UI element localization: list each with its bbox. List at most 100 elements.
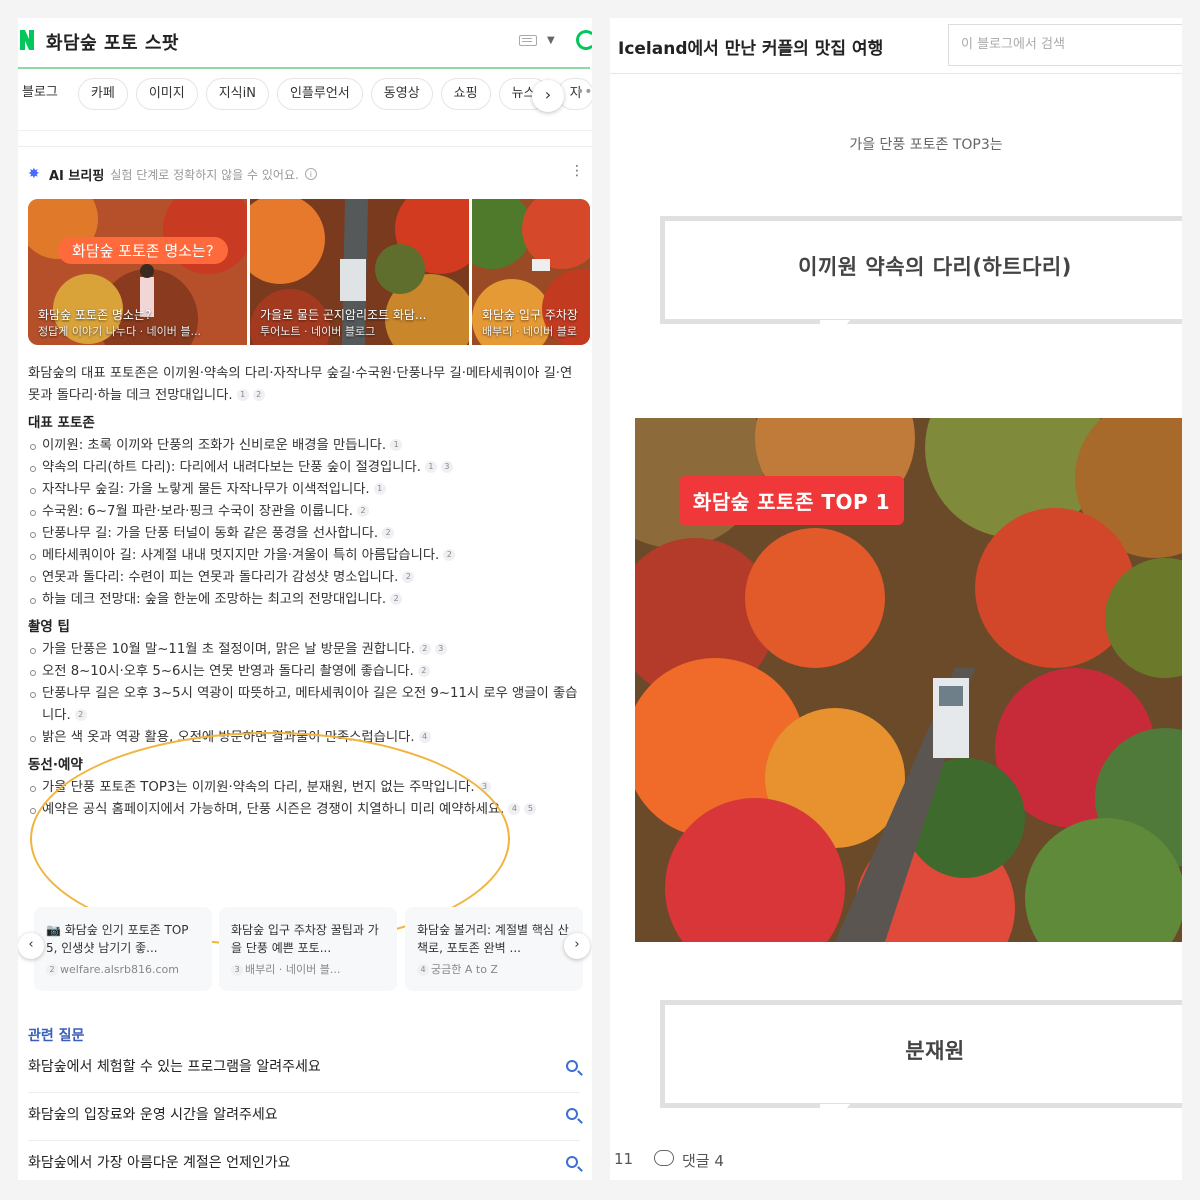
- citation-badge[interactable]: 3: [478, 781, 491, 793]
- citation-badge[interactable]: 3: [440, 461, 453, 473]
- keyboard-icon[interactable]: [519, 35, 537, 46]
- source-meta: 4 궁금한 A to Z: [417, 961, 571, 979]
- quote-tail: [820, 320, 870, 360]
- citation-badge[interactable]: 2: [74, 709, 87, 721]
- green-search-icon[interactable]: [576, 30, 592, 50]
- quote-box-2: 분재원: [660, 1000, 1182, 1108]
- citation-badge[interactable]: 2: [390, 593, 403, 605]
- citation-badge[interactable]: 2: [252, 389, 265, 401]
- source-number: 3: [231, 964, 243, 976]
- search-panel: 화담숲 포토 스팟 ▼ 블로그 카페 이미지 지식iN 인플루언서 동영상 쇼핑…: [18, 18, 592, 1180]
- carousel-image-1[interactable]: 화담숲 포토존 명소는? 화담숲 포토존 명소는? 정답게 이야기 나누다 · …: [28, 199, 247, 345]
- citation-badge[interactable]: 1: [390, 439, 403, 451]
- info-icon[interactable]: i: [304, 168, 317, 180]
- tab-image[interactable]: 이미지: [135, 78, 198, 110]
- list-item: 메타세쿼이아 길: 사계절 내내 멋지지만 가을·겨울이 특히 아름답습니다. 2: [28, 545, 584, 567]
- related-question[interactable]: 화담숲에서 가장 아름다운 계절은 언제인가요: [28, 1141, 580, 1180]
- list-item-text: 자작나무 숲길: 가을 노랗게 물든 자작나무가 이색적입니다.: [42, 482, 370, 497]
- list-item-text: 수국원: 6~7월 파란·보라·핑크 수국이 장관을 이룹니다.: [42, 504, 354, 519]
- source-meta: 2 welfare.alsrb816.com: [46, 961, 200, 979]
- ai-briefing-card: ✸ AI 브리핑 실험 단계로 정확하지 않을 수 있어요. i ⋮ 화담숲 포…: [18, 146, 592, 1180]
- thumbnail-source: 배부리 · 네이버 블로: [482, 325, 577, 338]
- section-divider: [18, 130, 592, 146]
- related-question-text: 화담숲에서 체험할 수 있는 프로그램을 알려주세요: [28, 1059, 321, 1075]
- naver-logo-icon[interactable]: [20, 30, 34, 50]
- chevron-down-icon[interactable]: ▼: [547, 35, 555, 46]
- photo-label: 화담숲 포토존 TOP 1: [679, 476, 905, 525]
- tabs-next-button[interactable]: ›: [532, 80, 564, 112]
- citation-badge[interactable]: 3: [434, 643, 447, 655]
- list-item-text: 단풍나무 길: 가을 단풍 터널이 동화 같은 풍경을 선사합니다.: [42, 526, 379, 541]
- related-question[interactable]: 화담숲의 입장료와 운영 시간을 알려주세요: [28, 1093, 580, 1141]
- source-card[interactable]: 화담숲 입구 주차장 꿀팁과 가을 단풍 예쁜 포토... 3 배부리 · 네이버…: [219, 907, 397, 991]
- search-icon[interactable]: [566, 1156, 578, 1168]
- thumbnail-caption: 가을로 물든 곤지암리조트 화담...: [260, 308, 427, 322]
- like-count[interactable]: 11: [614, 1150, 633, 1168]
- comment-icon[interactable]: [654, 1150, 674, 1166]
- list-item-text: 연못과 돌다리: 수련이 피는 연못과 돌다리가 감성샷 명소입니다.: [42, 570, 399, 585]
- list-item: 약속의 다리(하트 다리): 다리에서 내려다보는 단풍 숲이 절경입니다. 1 3: [28, 457, 584, 479]
- blog-title[interactable]: Iceland에서 만난 커플의 맛집 여행: [618, 34, 883, 59]
- citation-badge[interactable]: 1: [373, 483, 386, 495]
- ai-briefing-title: AI 브리핑: [49, 168, 105, 184]
- quote-tail: [820, 1104, 870, 1144]
- citation-badge[interactable]: 1: [424, 461, 437, 473]
- ai-disclaimer: 실험 단계로 정확하지 않을 수 있어요.: [110, 167, 299, 182]
- blog-search-input[interactable]: 이 블로그에서 검색: [948, 24, 1182, 66]
- citation-badge[interactable]: 2: [417, 665, 430, 677]
- list-item: 하늘 데크 전망대: 숲을 한눈에 조망하는 최고의 전망대입니다. 2: [28, 589, 584, 611]
- source-card[interactable]: 📷 화담숲 인기 포토존 TOP 5, 인생샷 남기기 좋... 2 welfar…: [34, 907, 212, 991]
- search-tabs: 블로그 카페 이미지 지식iN 인플루언서 동영상 쇼핑 뉴스 지: [18, 78, 592, 112]
- list-item: 가을 단풍은 10월 말~11월 초 절정이며, 맑은 날 방문을 권합니다. 2…: [28, 639, 584, 661]
- section-title: 동선·예약: [28, 757, 83, 773]
- sources-prev-button[interactable]: ‹: [18, 933, 44, 959]
- tab-influencer[interactable]: 인플루언서: [276, 78, 363, 110]
- source-site: welfare.alsrb816.com: [60, 963, 179, 976]
- source-cards: 📷 화담숲 인기 포토존 TOP 5, 인생샷 남기기 좋... 2 welfar…: [18, 907, 592, 993]
- tabs-more-icon[interactable]: ••: [576, 84, 592, 100]
- carousel-image-2[interactable]: 가을로 물든 곤지암리조트 화담... 투어노트 · 네이버 블로그: [250, 199, 469, 345]
- citation-badge[interactable]: 2: [418, 643, 431, 655]
- comment-count[interactable]: 댓글 4: [682, 1150, 724, 1171]
- search-query[interactable]: 화담숲 포토 스팟: [46, 29, 179, 55]
- list-item: 예약은 공식 홈페이지에서 가능하며, 단풍 시즌은 경쟁이 치열하니 미리 예…: [28, 799, 584, 821]
- tab-kin[interactable]: 지식iN: [205, 78, 269, 110]
- section-title: 촬영 팁: [28, 619, 70, 635]
- sources-next-button[interactable]: ›: [564, 933, 590, 959]
- ai-briefing-header: ✸ AI 브리핑 실험 단계로 정확하지 않을 수 있어요. i: [28, 165, 317, 184]
- citation-badge[interactable]: 2: [382, 527, 395, 539]
- citation-badge[interactable]: 2: [357, 505, 370, 517]
- blog-panel: Iceland에서 만난 커플의 맛집 여행 이 블로그에서 검색 가을 단풍 …: [610, 18, 1182, 1180]
- search-icon[interactable]: [566, 1060, 578, 1072]
- list-item-text: 밝은 색 옷과 역광 활용, 오전에 방문하면 결과물이 만족스럽습니다.: [42, 730, 415, 745]
- more-options-icon[interactable]: ⋮: [570, 163, 584, 179]
- thumbnail-caption: 화담숲 포토존 명소는?: [38, 308, 152, 322]
- list-item: 연못과 돌다리: 수련이 피는 연못과 돌다리가 감성샷 명소입니다. 2: [28, 567, 584, 589]
- source-number: 2: [46, 964, 58, 976]
- source-site: 배부리 · 네이버 블...: [245, 963, 341, 976]
- quote-text: 분재원: [905, 1039, 965, 1063]
- thumbnail-source: 정답게 이야기 나누다 · 네이버 블...: [38, 325, 202, 338]
- tab-shopping[interactable]: 쇼핑: [440, 78, 491, 110]
- citation-badge[interactable]: 5: [524, 803, 537, 815]
- tab-blog[interactable]: 블로그: [18, 78, 70, 110]
- list-item-text: 예약은 공식 홈페이지에서 가능하며, 단풍 시즌은 경쟁이 치열하니 미리 예…: [42, 802, 505, 817]
- source-title: 📷 화담숲 인기 포토존 TOP 5, 인생샷 남기기 좋...: [46, 923, 189, 955]
- search-icon[interactable]: [566, 1108, 578, 1120]
- list-item-text: 가을 단풍은 10월 말~11월 초 절정이며, 맑은 날 방문을 권합니다.: [42, 642, 415, 657]
- citation-badge[interactable]: 2: [402, 571, 415, 583]
- related-question[interactable]: 화담숲에서 체험할 수 있는 프로그램을 알려주세요: [28, 1045, 580, 1093]
- citation-badge[interactable]: 4: [508, 803, 521, 815]
- list-item: 자작나무 숲길: 가을 노랗게 물든 자작나무가 이색적입니다. 1: [28, 479, 584, 501]
- autumn-monorail-photo: 화담숲 포토존 TOP 1: [635, 418, 1182, 942]
- search-underline: [18, 67, 590, 69]
- list-item: 단풍나무 길은 오후 3~5시 역광이 따뜻하고, 메타세쿼이아 길은 오전 9…: [28, 683, 584, 727]
- tab-video[interactable]: 동영상: [370, 78, 433, 110]
- list-item: 오전 8~10시·오후 5~6시는 연못 반영과 돌다리 촬영에 좋습니다. 2: [28, 661, 584, 683]
- tab-cafe[interactable]: 카페: [77, 78, 128, 110]
- source-card[interactable]: 화담숲 볼거리: 계절별 핵심 산책로, 포토존 완벽 ... 4 궁금한 A t…: [405, 907, 583, 991]
- carousel-image-3[interactable]: › 화담숲 입구 주차장 배부리 · 네이버 블로: [472, 199, 590, 345]
- citation-badge[interactable]: 2: [443, 549, 456, 561]
- citation-badge[interactable]: 4: [418, 731, 431, 743]
- citation-badge[interactable]: 1: [236, 389, 249, 401]
